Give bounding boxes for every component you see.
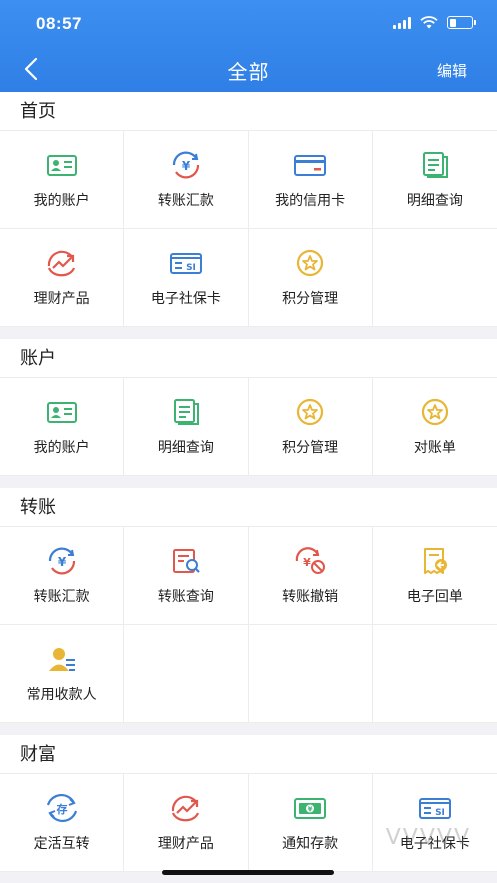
menu-item[interactable]: 常用收款人 bbox=[0, 625, 125, 723]
menu-item[interactable]: ¥ 转账汇款 bbox=[124, 131, 249, 229]
star-coin-icon bbox=[292, 248, 328, 278]
svg-text:¥: ¥ bbox=[182, 159, 191, 173]
menu-item-label: 我的账户 bbox=[33, 438, 90, 455]
id-card-icon bbox=[44, 150, 80, 180]
empty-cell bbox=[124, 625, 249, 723]
status-icons bbox=[393, 16, 476, 29]
star-coin-icon bbox=[417, 397, 453, 427]
social-security-card-icon: SI bbox=[168, 248, 204, 278]
watermark: ᐯᐯᐯᐯᐯ bbox=[385, 824, 471, 849]
id-card-icon bbox=[44, 397, 80, 427]
page-title: 全部 bbox=[227, 62, 270, 84]
menu-grid: ¥ 转账汇款 转账查询 ¥ 转账撤销 电子回单常用收款人 bbox=[0, 526, 497, 723]
menu-item[interactable]: 积分管理 bbox=[248, 378, 373, 476]
menu-grid: 我的账户 明细查询 积分管理 对账单 bbox=[0, 377, 497, 476]
menu-item[interactable]: 我的账户 bbox=[0, 131, 125, 229]
menu-item[interactable]: 理财产品 bbox=[124, 774, 249, 872]
menu-item-label: 明细查询 bbox=[406, 191, 463, 208]
yuan-transfer-icon: ¥ bbox=[168, 150, 204, 180]
svg-text:SI: SI bbox=[435, 808, 445, 818]
menu-item[interactable]: 我的账户 bbox=[0, 378, 125, 476]
menu-item-label: 转账查询 bbox=[157, 587, 214, 604]
section-title: 账户 bbox=[0, 339, 497, 377]
deposit-exchange-icon: 存 bbox=[44, 793, 80, 823]
menu-item-label: 转账撤销 bbox=[282, 587, 339, 604]
section-title: 财富 bbox=[0, 735, 497, 773]
svg-text:¥: ¥ bbox=[308, 805, 313, 813]
signal-icon bbox=[393, 16, 411, 29]
menu-item-label: 转账汇款 bbox=[33, 587, 90, 604]
app-header: 08:57 全部 编辑 bbox=[0, 0, 497, 92]
yuan-transfer-icon: ¥ bbox=[44, 546, 80, 576]
credit-card-icon bbox=[292, 150, 328, 180]
menu-item[interactable]: 理财产品 bbox=[0, 229, 125, 327]
empty-cell bbox=[248, 625, 373, 723]
menu-item[interactable]: ¥ 转账汇款 bbox=[0, 527, 125, 625]
section-title: 转账 bbox=[0, 488, 497, 526]
menu-item-label: 明细查询 bbox=[157, 438, 214, 455]
trend-chart-icon bbox=[168, 793, 204, 823]
receipt-icon bbox=[417, 546, 453, 576]
menu-item-label: 我的信用卡 bbox=[275, 191, 346, 208]
svg-text:¥: ¥ bbox=[57, 555, 66, 569]
menu-item-label: 对账单 bbox=[413, 438, 456, 455]
menu-item-label: 电子回单 bbox=[406, 587, 463, 604]
star-coin-icon bbox=[292, 397, 328, 427]
wifi-icon bbox=[420, 16, 438, 29]
menu-item-label: 通知存款 bbox=[282, 834, 339, 851]
menu-grid: 存定活互转 理财产品 ¥ 通知存款 SI 电子社保卡 bbox=[0, 773, 497, 872]
document-list-icon bbox=[168, 397, 204, 427]
menu-item-label: 定活互转 bbox=[33, 834, 90, 851]
battery-icon bbox=[447, 16, 476, 29]
menu-item[interactable]: SI 电子社保卡 bbox=[372, 774, 497, 872]
section-1: 账户我的账户 明细查询 积分管理 对账单 bbox=[0, 339, 497, 476]
transfer-search-icon bbox=[168, 546, 204, 576]
menu-item-label: 常用收款人 bbox=[26, 685, 97, 702]
edit-button[interactable]: 编辑 bbox=[437, 60, 467, 81]
social-security-card-icon: SI bbox=[417, 793, 453, 823]
menu-grid: 我的账户 ¥ 转账汇款 我的信用卡 明细查询理财产品 SI 电子社保卡 积分管理 bbox=[0, 130, 497, 327]
menu-item[interactable]: 明细查询 bbox=[372, 131, 497, 229]
section-3: 财富存定活互转 理财产品 ¥ 通知存款 SI 电子社保卡 bbox=[0, 735, 497, 872]
section-2: 转账 ¥ 转账汇款 转账查询 ¥ 转账撤销 电子回单常用收款人 bbox=[0, 488, 497, 723]
payee-icon bbox=[44, 644, 80, 674]
menu-item-label: 电子社保卡 bbox=[150, 289, 221, 306]
menu-item[interactable]: SI 电子社保卡 bbox=[124, 229, 249, 327]
empty-cell bbox=[372, 229, 497, 327]
section-title: 首页 bbox=[0, 92, 497, 130]
menu-item[interactable]: 积分管理 bbox=[248, 229, 373, 327]
menu-item[interactable]: ¥ 转账撤销 bbox=[248, 527, 373, 625]
section-0: 首页我的账户 ¥ 转账汇款 我的信用卡 明细查询理财产品 SI 电子社保卡 积分管理 bbox=[0, 92, 497, 327]
svg-text:¥: ¥ bbox=[303, 556, 311, 569]
menu-item[interactable]: 电子回单 bbox=[372, 527, 497, 625]
status-time: 08:57 bbox=[36, 14, 82, 33]
menu-item-label: 理财产品 bbox=[33, 289, 90, 306]
menu-item[interactable]: 存定活互转 bbox=[0, 774, 125, 872]
menu-item-label: 我的账户 bbox=[33, 191, 90, 208]
svg-text:存: 存 bbox=[56, 802, 67, 816]
document-list-icon bbox=[417, 150, 453, 180]
menu-item[interactable]: 明细查询 bbox=[124, 378, 249, 476]
menu-content: 首页 我的账户 ¥ 转账汇款 我的信用卡 明细查询 理财产品 SI 电子社保卡 积分管理 账户 我的账… bbox=[0, 92, 497, 883]
menu-item[interactable]: 对账单 bbox=[372, 378, 497, 476]
menu-item-label: 转账汇款 bbox=[157, 191, 214, 208]
cash-note-icon: ¥ bbox=[292, 793, 328, 823]
menu-item[interactable]: ¥ 通知存款 bbox=[248, 774, 373, 872]
trend-chart-icon bbox=[44, 248, 80, 278]
empty-cell bbox=[372, 625, 497, 723]
svg-text:SI: SI bbox=[186, 263, 196, 273]
menu-item[interactable]: 我的信用卡 bbox=[248, 131, 373, 229]
menu-item-label: 积分管理 bbox=[282, 289, 339, 306]
menu-item[interactable]: 转账查询 bbox=[124, 527, 249, 625]
transfer-cancel-icon: ¥ bbox=[292, 546, 328, 576]
home-indicator bbox=[162, 870, 334, 875]
menu-item-label: 理财产品 bbox=[157, 834, 214, 851]
menu-item-label: 积分管理 bbox=[282, 438, 339, 455]
